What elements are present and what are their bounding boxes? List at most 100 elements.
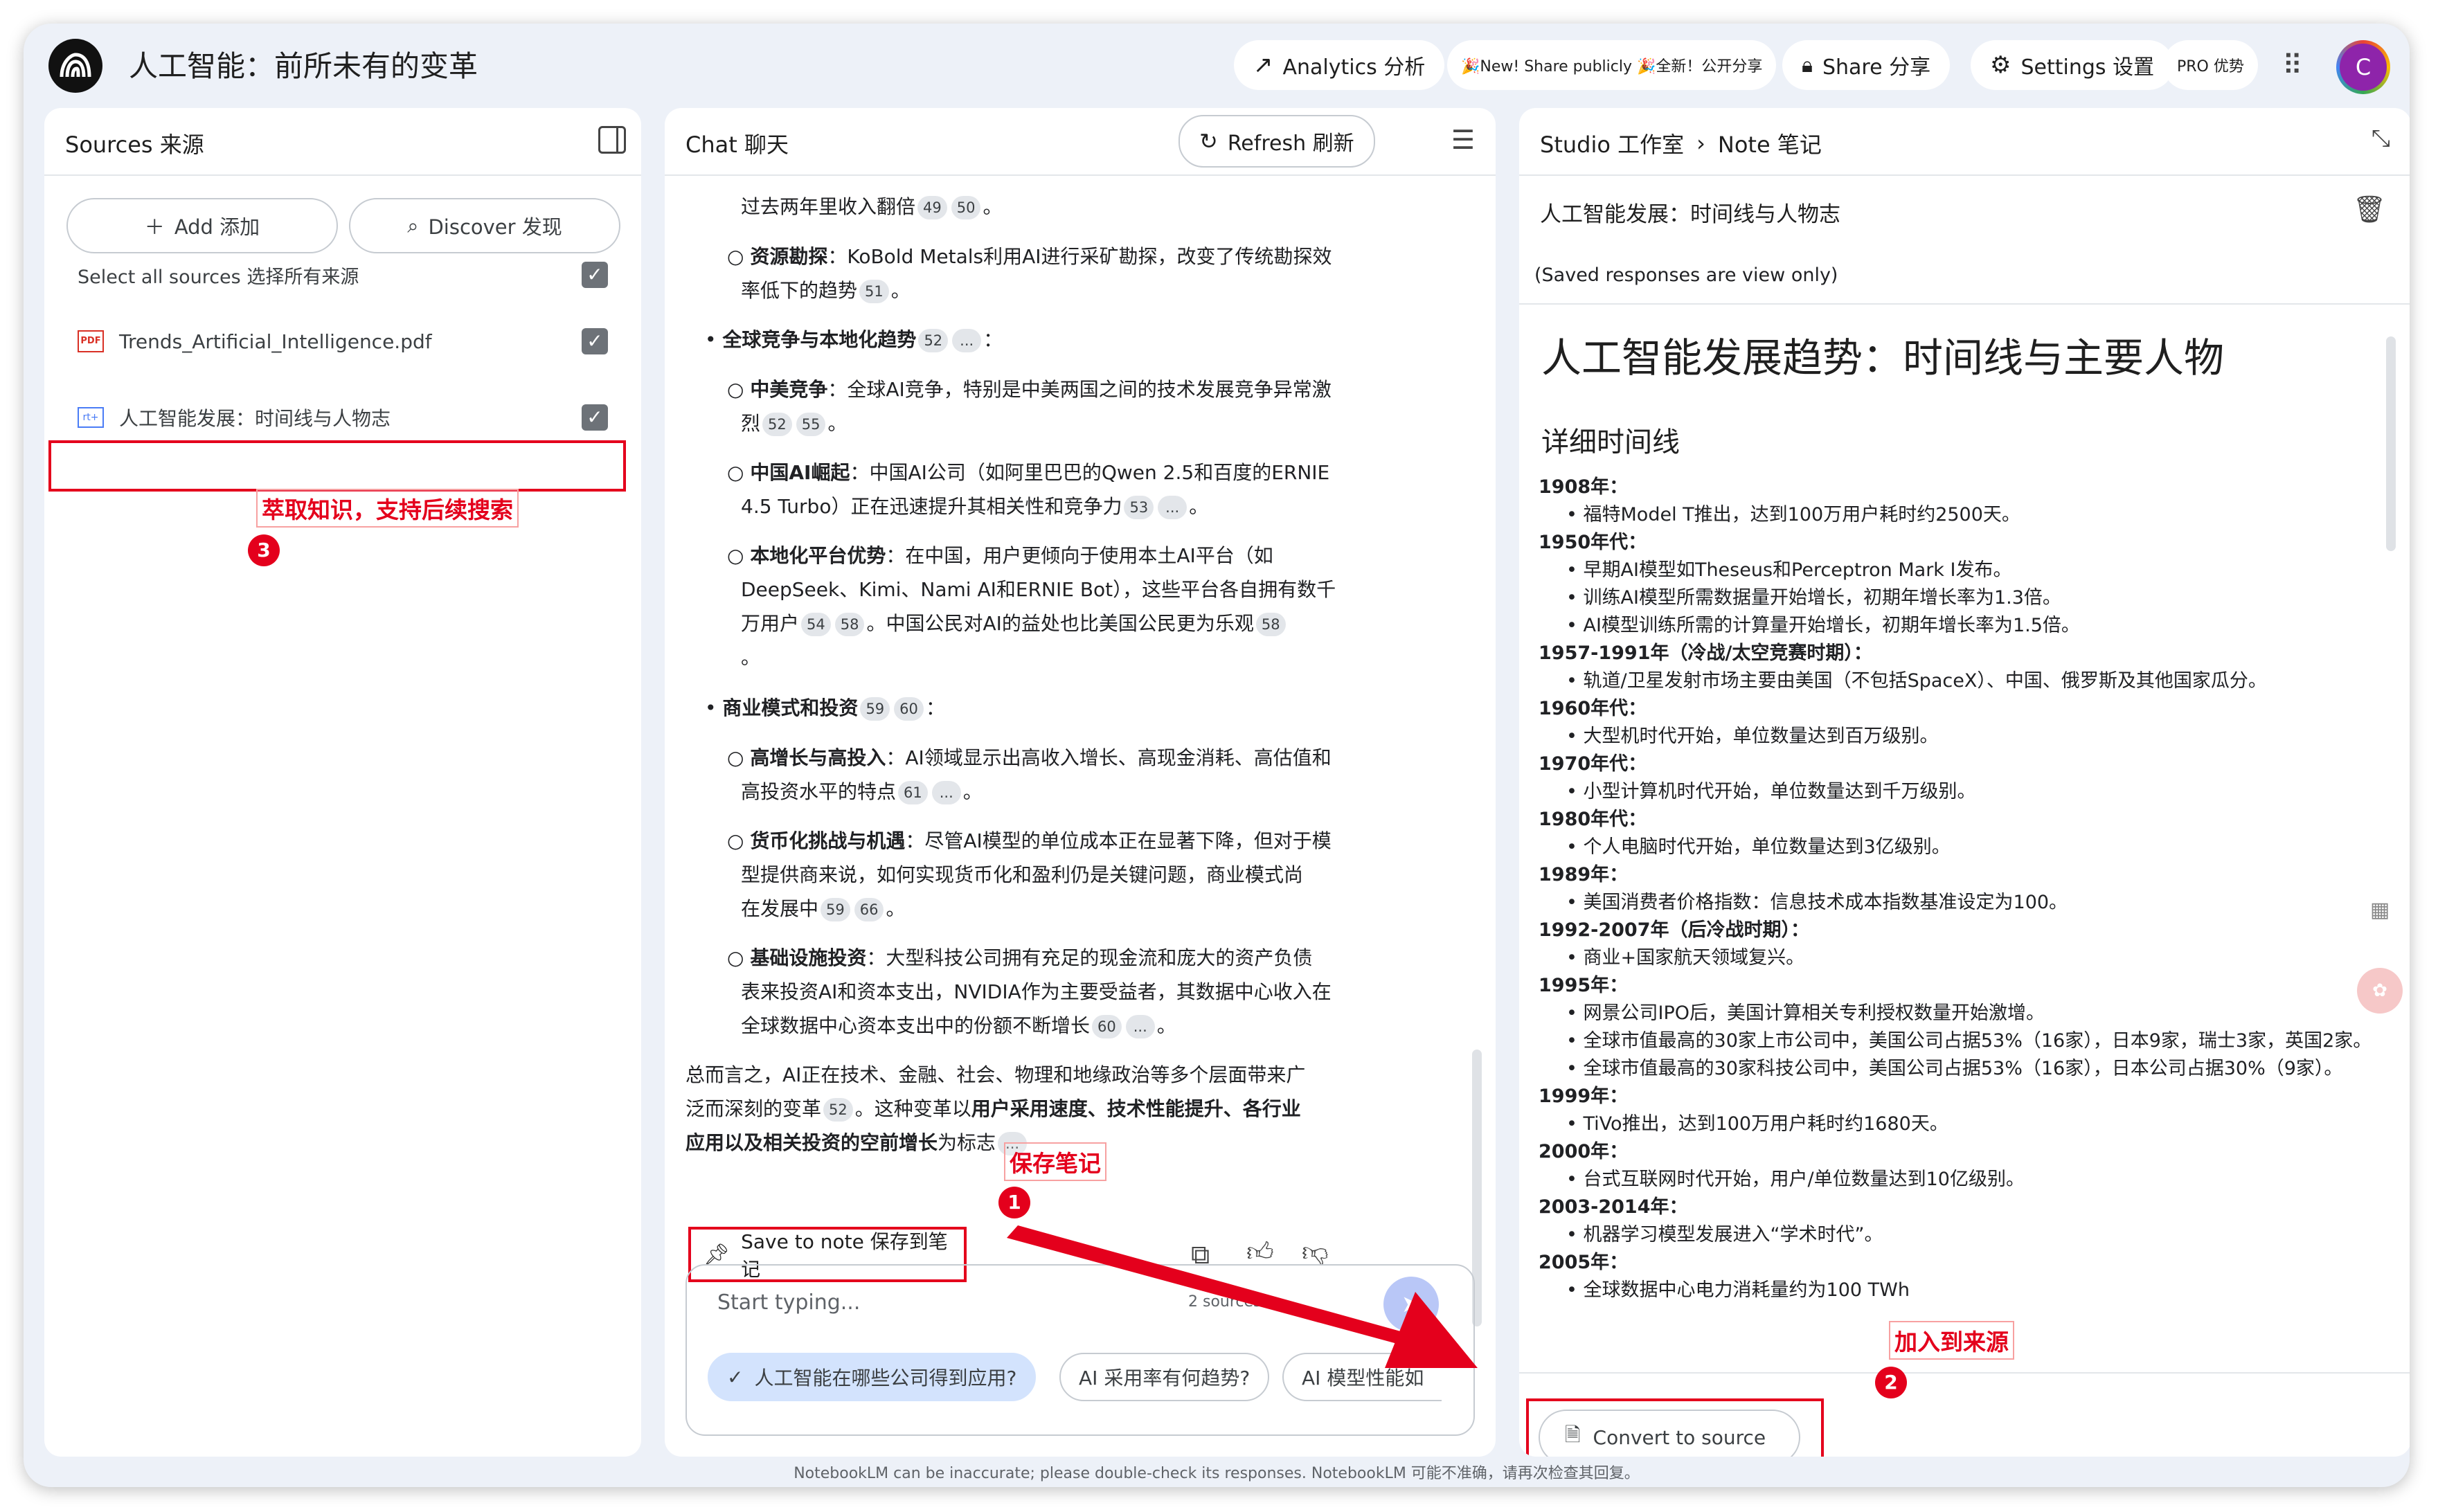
analytics-button[interactable]: ↗ Analytics 分析 — [1234, 40, 1445, 90]
notebooklm-logo-icon[interactable] — [48, 39, 102, 93]
source-item[interactable]: rt+ 人工智能发展：时间线与人物志 ✓ — [78, 393, 608, 442]
source-checkbox[interactable]: ✓ — [582, 328, 608, 354]
note-scrollbar[interactable] — [2386, 336, 2396, 551]
citation-chip[interactable]: 58 — [834, 613, 865, 636]
pro-badge[interactable]: PRO 优势 — [2163, 40, 2258, 90]
citation-chip[interactable]: ... — [1125, 1015, 1155, 1038]
share-button[interactable]: 🔒︎ Share 分享 — [1782, 40, 1951, 90]
select-all-checkbox[interactable]: ✓ — [582, 262, 608, 288]
timeline-item-text: 个人电脑时代开始，单位数量达到3亿级别。 — [1583, 836, 1951, 858]
collapse-panel-icon[interactable] — [598, 126, 626, 154]
trash-icon[interactable]: 🗑︎ — [2353, 194, 2386, 225]
app-window: 人工智能：前所未有的变革 ↗ Analytics 分析 🎉New! Share … — [24, 24, 2410, 1487]
chat-line: 型提供商来说，如何实现货币化和盈利仍是关键问题，商业模式尚 — [741, 863, 1304, 886]
suggestion-chip[interactable]: AI 模型性能如 — [1282, 1353, 1442, 1401]
settings-label: Settings 设置 — [2020, 55, 2155, 80]
settings-button[interactable]: ⚙ Settings 设置 — [1971, 40, 2174, 90]
send-button[interactable]: ➤ — [1383, 1277, 1439, 1332]
timeline-year: 1989年： — [1539, 864, 1629, 885]
timeline-year: 1980年代： — [1539, 809, 1647, 830]
qr-code-icon[interactable]: ▦ — [2357, 888, 2403, 933]
chat-line: 全球数据中心资本支出中的份额不断增长 60...。 — [741, 1014, 1176, 1038]
sources-header: Sources 来源 — [44, 108, 641, 176]
timeline-item-text: 网景公司IPO后，美国计算相关专利授权数量开始激增。 — [1583, 1002, 2045, 1024]
citation-chip[interactable]: 54 — [801, 613, 831, 636]
citation-chip[interactable]: 60 — [1092, 1015, 1122, 1038]
refresh-button[interactable]: ↻ Refresh 刷新 — [1178, 115, 1375, 168]
citation-chip[interactable]: 49 — [917, 196, 947, 219]
timeline-item: • 网景公司IPO后，美国计算相关专利授权数量开始激增。 — [1539, 1000, 2392, 1027]
tune-settings-icon[interactable]: ☰ — [1451, 125, 1475, 155]
citation-chip[interactable]: 53 — [1124, 496, 1154, 519]
timeline-item: • 全球市值最高的30家上市公司中，美国公司占据53%（16家），日本9家，瑞士… — [1539, 1027, 2392, 1055]
citation-chip[interactable]: 55 — [796, 413, 826, 436]
collapse-icon[interactable]: ⤡ — [2372, 125, 2390, 152]
citation-chip[interactable]: ... — [1158, 496, 1187, 519]
discover-button[interactable]: ⌕ Discover 发现 — [349, 198, 620, 253]
source-name: Trends_Artificial_Intelligence.pdf — [119, 330, 432, 353]
pin-icon: 📌︎ — [703, 1242, 730, 1267]
studio-panel: Studio 工作室 › Note 笔记 ⤡ 人工智能发展：时间线与人物志 🗑︎… — [1519, 108, 2410, 1457]
timeline-item-text: 商业+国家航天领域复兴。 — [1583, 947, 1805, 969]
suggestion-chip[interactable]: AI 采用率有何趋势? — [1059, 1353, 1270, 1401]
citation-chip[interactable]: 52 — [762, 413, 792, 436]
citation-chip[interactable]: 61 — [898, 781, 928, 804]
breadcrumb: Studio 工作室 › Note 笔记 — [1540, 127, 1822, 159]
citation-chip[interactable]: ... — [952, 329, 982, 352]
citation-chip[interactable]: 50 — [951, 196, 981, 219]
document-icon: 🗎 — [1565, 1423, 1581, 1446]
timeline-item-text: 机器学习模型发展进入“学术时代”。 — [1583, 1224, 1883, 1245]
citation-chip[interactable]: 58 — [1255, 613, 1286, 636]
citation-chip[interactable]: ... — [931, 781, 961, 804]
timeline-item-text: 台式互联网时代开始，用户/单位数量达到10亿级别。 — [1583, 1169, 2025, 1190]
chat-bullet: ○ 基础设施投资：大型科技公司拥有充足的现金流和庞大的资产负债 — [727, 946, 1313, 969]
bullet-icon: • — [1566, 1002, 1584, 1024]
citation-chip[interactable]: 66 — [854, 898, 884, 921]
sources-title: Sources 来源 — [65, 132, 204, 158]
avatar[interactable]: C — [2336, 40, 2390, 94]
timeline-item-text: 小型计算机时代开始，单位数量达到千万级别。 — [1583, 781, 1976, 802]
bullet-icon: • — [1566, 892, 1584, 913]
timeline-item-text: 早期AI模型如Theseus和Perceptron Mark I发布。 — [1583, 559, 2012, 581]
source-name: 人工智能发展：时间线与人物志 — [119, 407, 391, 430]
source-count: 2 sources — [1188, 1293, 1262, 1311]
chat-line: 过去两年里收入翻倍 49 50。 — [741, 195, 1003, 219]
citation-chip[interactable]: 51 — [859, 280, 889, 303]
chat-line: 4.5 Turbo）正在迅速提升其相关性和竞争力 53...。 — [741, 495, 1209, 519]
source-checkbox[interactable]: ✓ — [582, 404, 608, 431]
timeline-item-text: 全球市值最高的30家科技公司中，美国公司占据53%（16家），日本公司占据30%… — [1583, 1058, 2343, 1079]
citation-chip[interactable]: 59 — [821, 898, 850, 921]
citation-chip[interactable]: 52 — [918, 329, 949, 352]
convert-to-source-button[interactable]: 🗎 Convert to source — [1539, 1410, 1800, 1457]
pdf-icon: PDF — [78, 330, 104, 352]
source-item[interactable]: PDF Trends_Artificial_Intelligence.pdf ✓ — [78, 317, 608, 366]
divider — [1519, 303, 2410, 305]
note-title[interactable]: 人工智能发展：时间线与人物志 — [1540, 197, 1840, 228]
bullet-icon: • — [1566, 836, 1584, 858]
chat-input[interactable]: Start typing... — [717, 1290, 860, 1315]
chat-line: DeepSeek、Kimi、Nami AI和ERNIE Bot），这些平台各自拥… — [741, 578, 1336, 601]
timeline-item-text: 训练AI模型所需数据量开始增长，初期年增长率为1.3倍。 — [1583, 587, 2061, 609]
timeline-year: 2000年： — [1539, 1141, 1629, 1162]
assistant-avatar-icon[interactable]: ✿ — [2357, 968, 2403, 1014]
select-all-row[interactable]: Select all sources 选择所有来源 ✓ — [78, 251, 608, 299]
chat-heading: • 全球竞争与本地化趋势 52...： — [705, 328, 1003, 352]
footer-disclaimer: NotebookLM can be inaccurate; please dou… — [794, 1465, 1640, 1482]
chat-bullet: ○ 高增长与高投入：AI领域显示出高收入增长、高现金消耗、高估值和 — [727, 746, 1332, 769]
chat-line: 万用户 54 58 。中国公民对AI的益处也比美国公民更为乐观 58 — [741, 606, 1433, 640]
timeline-item: • 轨道/卫星发射市场主要由美国（不包括SpaceX）、中国、俄罗斯及其他国家瓜… — [1539, 667, 2392, 695]
citation-chip[interactable]: 60 — [894, 697, 924, 721]
bullet-icon: • — [1566, 587, 1584, 609]
citation-chip[interactable]: 59 — [860, 697, 890, 721]
add-source-button[interactable]: ＋ Add 添加 — [66, 198, 338, 253]
breadcrumb-studio[interactable]: Studio 工作室 — [1540, 127, 1684, 159]
new-share-badge[interactable]: 🎉New! Share publicly 🎉全新！公开分享 — [1447, 40, 1777, 90]
timeline-item-text: TiVo推出，达到100万用户耗时约1680天。 — [1583, 1113, 1948, 1135]
bullet-icon: • — [1566, 504, 1584, 525]
suggestion-chip[interactable]: ✓ 人工智能在哪些公司得到应用? — [708, 1353, 1037, 1401]
chat-line: 烈 52 55。 — [741, 412, 848, 436]
timeline-item: • 机器学习模型发展进入“学术时代”。 — [1539, 1221, 2392, 1249]
citation-chip[interactable]: 52 — [823, 1098, 853, 1122]
notebook-title[interactable]: 人工智能：前所未有的变革 — [129, 43, 478, 85]
apps-grid-icon[interactable]: ⠿ — [2282, 50, 2302, 82]
